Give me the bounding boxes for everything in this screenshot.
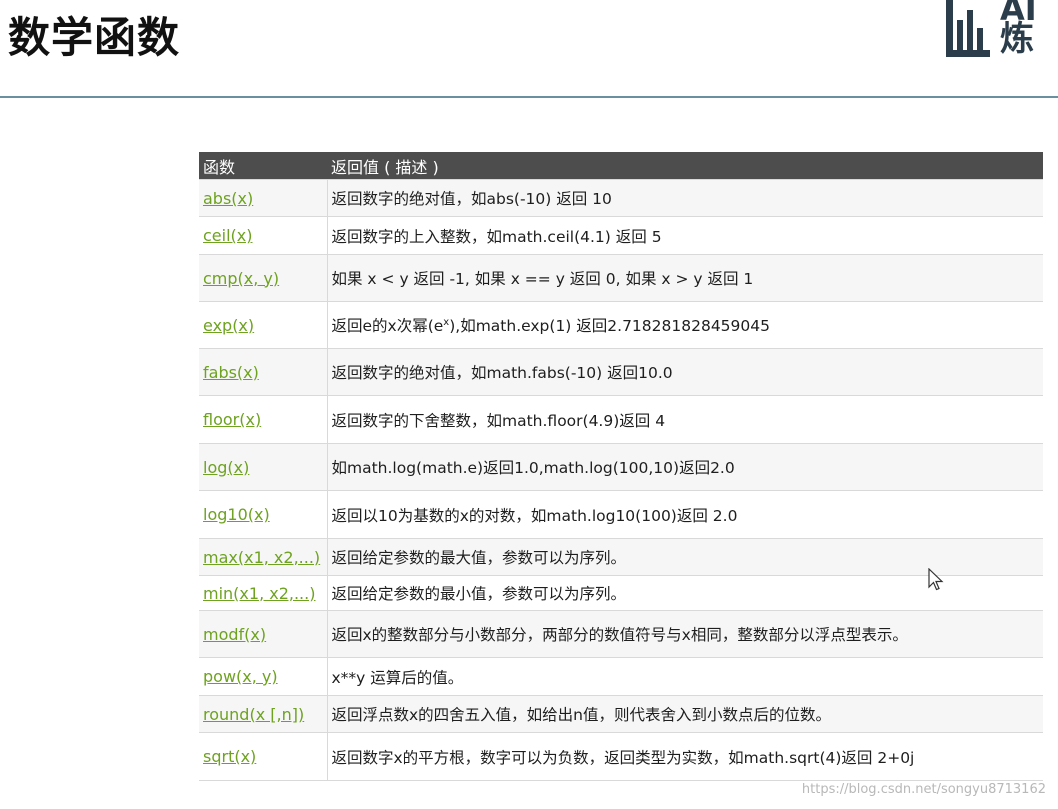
bar-chart-logo-icon [946, 0, 990, 57]
function-link-sqrt[interactable]: sqrt(x) [203, 747, 256, 766]
function-link-floor[interactable]: floor(x) [203, 410, 261, 429]
table-row: log(x) 如math.log(math.e)返回1.0,math.log(1… [199, 443, 1043, 491]
table-row: max(x1, x2,...) 返回给定参数的最大值，参数可以为序列。 [199, 538, 1043, 576]
function-cell: min(x1, x2,...) [199, 575, 328, 611]
table-row: floor(x) 返回数字的下舍整数，如math.floor(4.9)返回 4 [199, 395, 1043, 444]
function-cell: modf(x) [199, 610, 328, 658]
math-functions-table: 函数 返回值 ( 描述 ) abs(x) 返回数字的绝对值，如abs(-10) … [199, 152, 1043, 781]
table-row: cmp(x, y) 如果 x < y 返回 -1, 如果 x == y 返回 0… [199, 254, 1043, 302]
mouse-pointer-icon [928, 568, 944, 591]
description-cell: 返回数字的绝对值，如math.fabs(-10) 返回10.0 [327, 348, 1043, 396]
table-row: pow(x, y) x**y 运算后的值。 [199, 657, 1043, 696]
function-link-pow[interactable]: pow(x, y) [203, 667, 278, 686]
table-row: ceil(x) 返回数字的上入整数，如math.ceil(4.1) 返回 5 [199, 216, 1043, 255]
description-cell: 如果 x < y 返回 -1, 如果 x == y 返回 0, 如果 x > y… [327, 254, 1043, 302]
table-row: log10(x) 返回以10为基数的x的对数，如math.log10(100)返… [199, 490, 1043, 539]
description-cell: 返回数字的绝对值，如abs(-10) 返回 10 [327, 179, 1043, 217]
title-divider [0, 96, 1058, 98]
description-cell: 返回数字的下舍整数，如math.floor(4.9)返回 4 [327, 395, 1043, 444]
page-title: 数学函数 [8, 13, 181, 62]
watermark-text: https://blog.csdn.net/songyu8713162 [801, 782, 1046, 797]
description-cell: 返回以10为基数的x的对数，如math.log10(100)返回 2.0 [327, 490, 1043, 539]
function-link-ceil[interactable]: ceil(x) [203, 226, 252, 245]
header-function: 函数 [199, 152, 327, 180]
function-cell: fabs(x) [199, 348, 328, 396]
function-cell: cmp(x, y) [199, 254, 328, 302]
table-row: min(x1, x2,...) 返回给定参数的最小值，参数可以为序列。 [199, 575, 1043, 611]
description-cell: x**y 运算后的值。 [327, 657, 1043, 696]
function-link-log[interactable]: log(x) [203, 458, 249, 477]
logo-text-line2: 炼 [1000, 19, 1034, 59]
function-link-max[interactable]: max(x1, x2,...) [203, 548, 320, 567]
function-link-cmp[interactable]: cmp(x, y) [203, 269, 279, 288]
table-row: round(x [,n]) 返回浮点数x的四舍五入值，如给出n值，则代表舍入到小… [199, 695, 1043, 733]
exp-desc-prefix: 返回e的x次幂(e [331, 317, 444, 335]
description-cell: 如math.log(math.e)返回1.0,math.log(100,10)返… [327, 443, 1043, 491]
function-cell: floor(x) [199, 395, 328, 444]
function-cell: sqrt(x) [199, 732, 328, 781]
description-cell: 返回数字x的平方根，数字可以为负数，返回类型为实数，如math.sqrt(4)返… [327, 732, 1043, 781]
table-row: fabs(x) 返回数字的绝对值，如math.fabs(-10) 返回10.0 [199, 348, 1043, 396]
logo-text: AI 炼 [1000, 0, 1037, 59]
function-link-abs[interactable]: abs(x) [203, 189, 253, 208]
function-link-modf[interactable]: modf(x) [203, 625, 266, 644]
function-cell: abs(x) [199, 179, 328, 217]
table-header-row: 函数 返回值 ( 描述 ) [199, 152, 1043, 180]
function-cell: ceil(x) [199, 216, 328, 255]
function-link-min[interactable]: min(x1, x2,...) [203, 584, 315, 603]
function-link-exp[interactable]: exp(x) [203, 316, 254, 335]
description-cell: 返回e的x次幂(ex),如math.exp(1) 返回2.71828182845… [327, 301, 1043, 349]
function-cell: log10(x) [199, 490, 328, 539]
table-row: modf(x) 返回x的整数部分与小数部分，两部分的数值符号与x相同，整数部分以… [199, 610, 1043, 658]
function-cell: exp(x) [199, 301, 328, 349]
table-row: abs(x) 返回数字的绝对值，如abs(-10) 返回 10 [199, 179, 1043, 217]
description-cell: 返回数字的上入整数，如math.ceil(4.1) 返回 5 [327, 216, 1043, 255]
function-cell: max(x1, x2,...) [199, 538, 328, 576]
function-cell: log(x) [199, 443, 328, 491]
function-cell: round(x [,n]) [199, 695, 328, 733]
table-row: sqrt(x) 返回数字x的平方根，数字可以为负数，返回类型为实数，如math.… [199, 732, 1043, 781]
header-return-value: 返回值 ( 描述 ) [327, 152, 1043, 180]
function-link-log10[interactable]: log10(x) [203, 505, 270, 524]
function-link-fabs[interactable]: fabs(x) [203, 363, 259, 382]
table-row: exp(x) 返回e的x次幂(ex),如math.exp(1) 返回2.7182… [199, 301, 1043, 349]
exp-desc-suffix: ),如math.exp(1) 返回2.718281828459045 [449, 317, 770, 335]
description-cell: 返回浮点数x的四舍五入值，如给出n值，则代表舍入到小数点后的位数。 [327, 695, 1043, 733]
function-cell: pow(x, y) [199, 657, 328, 696]
brand-logo: AI 炼 [942, 0, 1058, 60]
description-cell: 返回x的整数部分与小数部分，两部分的数值符号与x相同，整数部分以浮点型表示。 [327, 610, 1043, 658]
function-link-round[interactable]: round(x [,n]) [203, 705, 304, 724]
